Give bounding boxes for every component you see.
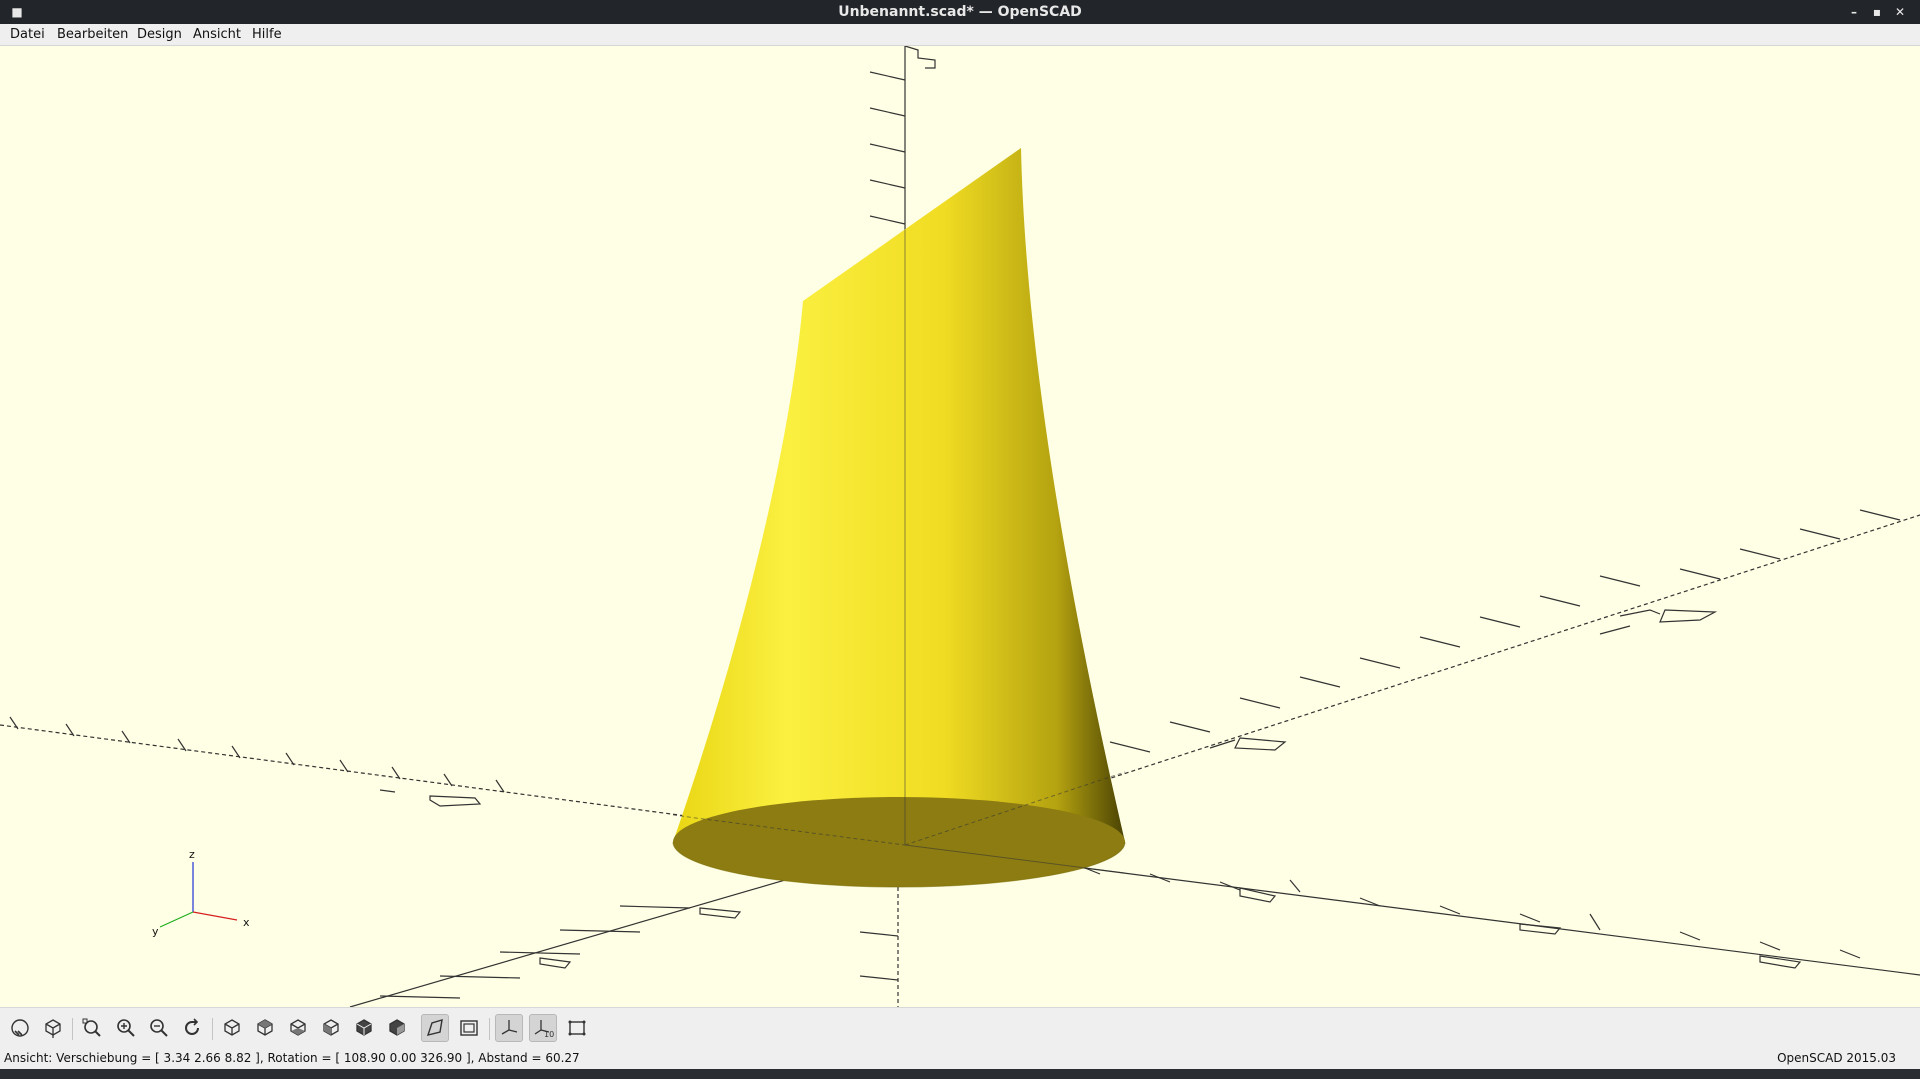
taskbar-strip [0, 1069, 1920, 1079]
y-scale-label-neg50 [539, 957, 572, 969]
reset-view-icon[interactable] [178, 1014, 206, 1042]
minimize-icon[interactable]: – [1843, 0, 1865, 24]
show-edges-icon[interactable] [563, 1014, 591, 1042]
cone-base-ellipse [673, 797, 1125, 887]
menu-datei[interactable]: Datei [10, 24, 45, 45]
perspective-icon[interactable] [421, 1014, 449, 1042]
menu-bar: Datei Bearbeiten Design Ansicht Hilfe [0, 24, 1920, 46]
window-titlebar: ■ Unbenannt.scad* — OpenSCAD – ▪ ✕ [0, 0, 1920, 24]
zoom-in-icon[interactable] [112, 1014, 140, 1042]
menu-design[interactable]: Design [137, 24, 182, 45]
viewport-canvas: z x y [0, 46, 1920, 1007]
zoom-out-icon[interactable] [145, 1014, 173, 1042]
view-top-icon[interactable] [251, 1014, 279, 1042]
view-bottom-icon[interactable] [284, 1014, 312, 1042]
y-scale-label-10 [1209, 737, 1287, 751]
view-back-icon[interactable] [383, 1014, 411, 1042]
version-label: OpenSCAD 2015.03 [1777, 1051, 1896, 1065]
view-right-icon[interactable] [218, 1014, 246, 1042]
orthogonal-icon[interactable] [455, 1014, 483, 1042]
menu-bearbeiten[interactable]: Bearbeiten [57, 24, 128, 45]
view-all-icon[interactable] [78, 1014, 106, 1042]
svg-text:10: 10 [544, 1030, 554, 1039]
render-icon[interactable] [39, 1014, 67, 1042]
cone-surface [673, 148, 1125, 887]
x-scale-label-50 [1519, 923, 1562, 935]
show-axes-icon[interactable] [495, 1014, 523, 1042]
preview-icon[interactable] [6, 1014, 34, 1042]
gizmo-y-label: y [152, 925, 159, 938]
menu-ansicht[interactable]: Ansicht [193, 24, 241, 45]
gizmo-z-label: z [189, 848, 195, 861]
view-front-icon[interactable] [350, 1014, 378, 1042]
close-icon[interactable]: ✕ [1889, 0, 1911, 24]
view-toolbar: 10 [0, 1007, 1920, 1048]
gizmo-x-axis [192, 911, 238, 921]
cone-model [672, 148, 1126, 888]
maximize-icon[interactable]: ▪ [1866, 0, 1888, 24]
view-left-icon[interactable] [317, 1014, 345, 1042]
menu-hilfe[interactable]: Hilfe [252, 24, 282, 45]
y-scale-label-neg10 [699, 907, 742, 919]
window-title: Unbenannt.scad* — OpenSCAD [838, 4, 1082, 20]
x-scale-label-neg10 [379, 789, 482, 807]
gizmo-y-axis [159, 911, 194, 928]
y-scale-label-50 [1599, 609, 1718, 635]
orientation-gizmo [159, 862, 238, 928]
z-scale-label-50 [904, 46, 936, 69]
x-scale-label-90 [1759, 955, 1802, 969]
gizmo-x-label: x [243, 916, 250, 929]
3d-viewport[interactable]: z x y [0, 46, 1920, 1007]
status-bar: Ansicht: Verschiebung = [ 3.34 2.66 8.82… [0, 1047, 1920, 1069]
show-scale-icon[interactable]: 10 [529, 1014, 557, 1042]
view-info-text: Ansicht: Verschiebung = [ 3.34 2.66 8.82… [4, 1051, 580, 1065]
